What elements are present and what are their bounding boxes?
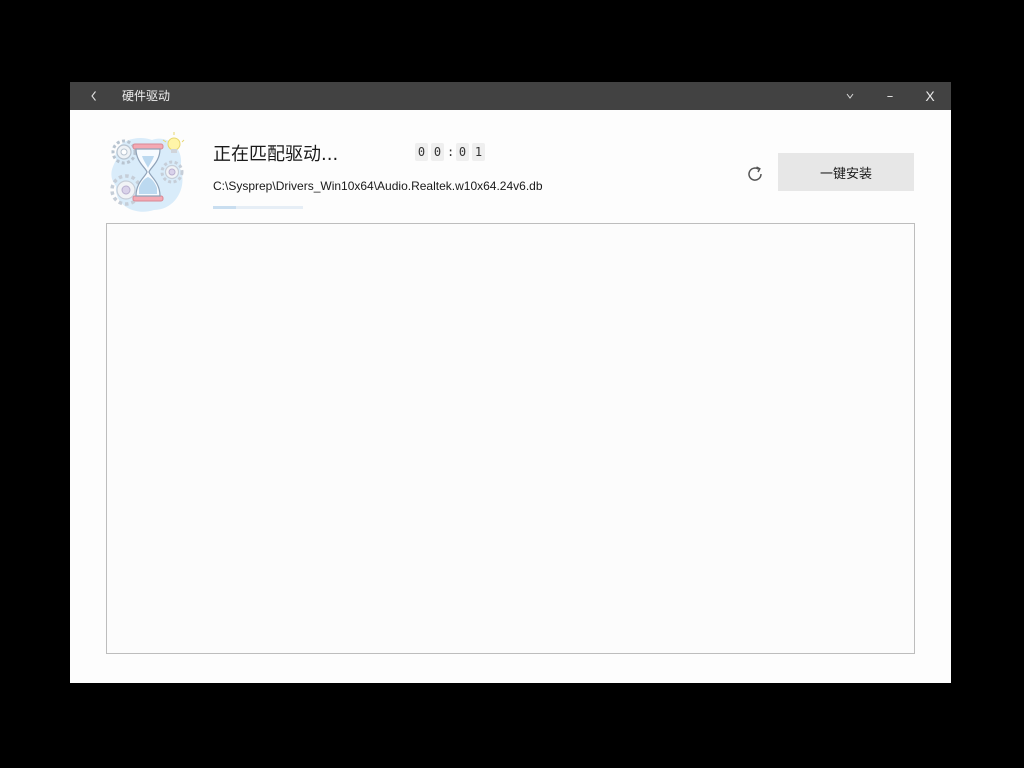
- elapsed-timer: 0 0 : 0 1: [415, 142, 485, 162]
- minimize-button[interactable]: –: [873, 82, 907, 110]
- timer-digit: 0: [431, 143, 444, 161]
- timer-digit: 0: [456, 143, 469, 161]
- refresh-button[interactable]: [743, 162, 767, 186]
- chevron-down-icon: [846, 93, 854, 99]
- close-button[interactable]: X: [913, 82, 947, 110]
- timer-digit: 1: [472, 143, 485, 161]
- chevron-left-icon: [91, 91, 96, 101]
- progress-fill: [213, 206, 236, 209]
- menu-button[interactable]: [833, 82, 867, 110]
- timer-separator: :: [447, 145, 455, 159]
- one-click-install-button[interactable]: 一键安装: [778, 153, 914, 191]
- refresh-icon: [748, 166, 762, 181]
- driver-list-panel[interactable]: [106, 223, 915, 654]
- window-title: 硬件驱动: [122, 89, 171, 103]
- driver-window: 硬件驱动 – X 正在匹配驱动... 0 0: 0 1 C:\Sysprep\…: [70, 82, 951, 683]
- timer-digit: 0: [415, 143, 428, 161]
- minimize-icon: –: [886, 88, 894, 104]
- current-file-path: C:\Sysprep\Drivers_Win10x64\Audio.Realte…: [213, 179, 543, 193]
- close-icon: X: [925, 88, 935, 104]
- title-bar[interactable]: 硬件驱动 – X: [70, 82, 951, 110]
- status-title: 正在匹配驱动...: [213, 144, 339, 165]
- back-button[interactable]: [84, 82, 104, 110]
- progress-bar: [213, 206, 303, 209]
- hourglass-gears-icon: [110, 132, 185, 212]
